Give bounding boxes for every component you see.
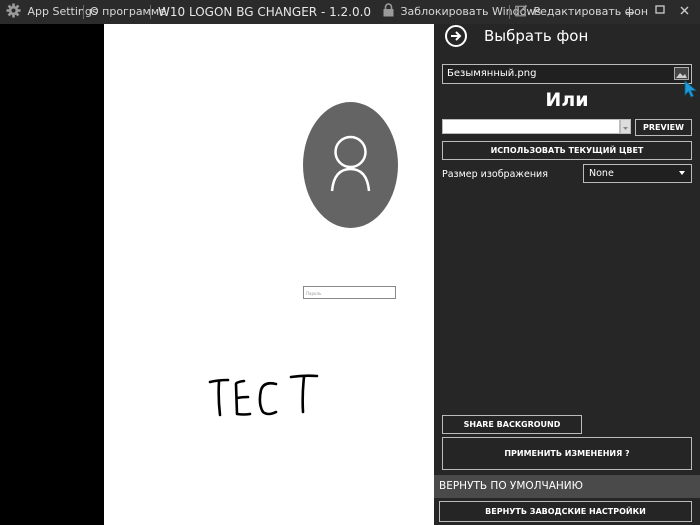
share-background-button[interactable]: SHARE BACKGROUND <box>442 415 582 434</box>
close-icon <box>680 6 689 15</box>
handwritten-text-drawing <box>208 374 319 417</box>
edit-icon <box>515 4 528 17</box>
apply-changes-button[interactable]: ПРИМЕНИТЬ ИЗМЕНЕНИЯ ? <box>442 437 692 470</box>
panel-title: Выбрать фон <box>484 27 589 45</box>
image-size-label: Размер изображения <box>442 169 548 180</box>
preview-button[interactable]: PREVIEW <box>635 119 692 136</box>
chevron-down-icon <box>679 171 685 175</box>
user-icon <box>330 135 371 192</box>
user-avatar <box>303 102 398 228</box>
settings-panel: Выбрать фон Безымянный.png Или PREVIEW И… <box>434 24 700 525</box>
title-bar: App Settings О программе W10 LOGON BG CH… <box>0 0 700 24</box>
title-separator <box>150 5 151 19</box>
password-field-preview: Пароль <box>303 286 396 299</box>
title-separator <box>509 5 510 19</box>
about-menu[interactable]: О программе <box>90 0 166 24</box>
app-title: W10 LOGON BG CHANGER - 1.2.0.0 <box>158 5 372 19</box>
chevron-down-icon <box>623 127 628 130</box>
file-name: Безымянный.png <box>447 68 537 79</box>
back-button[interactable] <box>445 25 467 47</box>
image-icon <box>676 73 687 78</box>
logon-preview: Пароль <box>0 24 434 525</box>
minimize-button[interactable] <box>613 0 647 24</box>
title-separator <box>83 5 84 19</box>
image-size-select[interactable]: None <box>583 164 692 183</box>
lock-icon <box>383 3 394 17</box>
color-dropdown-button[interactable] <box>620 119 631 134</box>
preview-screen: Пароль <box>104 24 434 525</box>
close-button[interactable] <box>670 0 700 24</box>
or-label: Или <box>545 89 589 111</box>
browse-image-button[interactable] <box>674 67 689 80</box>
gear-icon <box>6 3 21 18</box>
factory-reset-button[interactable]: ВЕРНУТЬ ЗАВОДСКИЕ НАСТРОЙКИ <box>439 501 692 522</box>
arrow-right-icon <box>451 31 462 41</box>
file-path-input[interactable]: Безымянный.png <box>442 64 692 84</box>
use-current-color-button[interactable]: ИСПОЛЬЗОВАТЬ ТЕКУЩИЙ ЦВЕТ <box>442 141 692 160</box>
minimize-icon <box>626 12 634 14</box>
app-settings-label: App Settings <box>27 5 98 18</box>
reset-section-header[interactable]: ВЕРНУТЬ ПО УМОЛЧАНИЮ <box>434 475 700 498</box>
image-size-value: None <box>589 168 614 179</box>
color-input[interactable] <box>442 119 620 134</box>
